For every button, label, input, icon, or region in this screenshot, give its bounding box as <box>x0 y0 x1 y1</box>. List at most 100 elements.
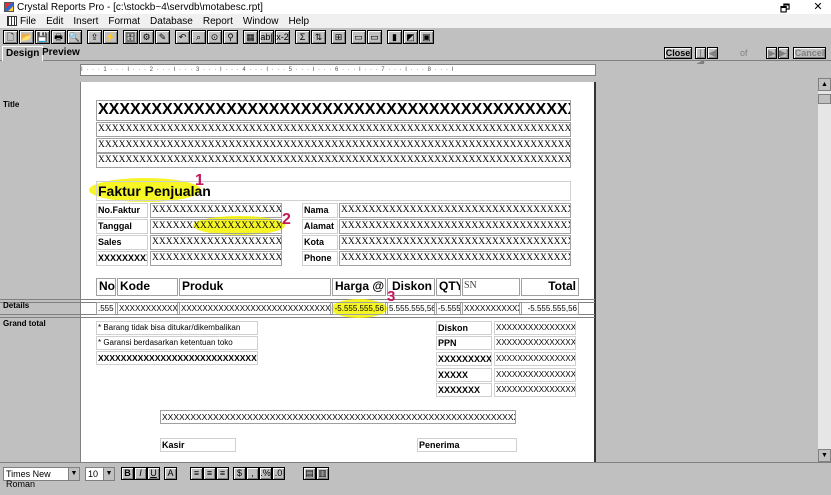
insert-formula-icon[interactable]: ⚙ <box>139 29 154 44</box>
value-nama[interactable]: XXXXXXXXXXXXXXXXXXXXXXXXXXXXXXXXXXXXXXXX… <box>339 203 571 218</box>
col-header-produk[interactable]: Produk <box>179 278 331 296</box>
menu-help[interactable]: Help <box>288 16 309 27</box>
detail-qty[interactable]: -5.555 <box>436 302 461 315</box>
value-phone[interactable]: XXXXXXXXXXXXXXXXXXXXXXXXXXXXXXXXXXXXXXXX… <box>339 251 571 266</box>
next-page-button[interactable]: ▶ <box>766 47 777 59</box>
close-button[interactable]: Close <box>664 47 692 59</box>
label-kota[interactable]: Kota <box>302 235 338 250</box>
note-return[interactable]: * Barang tidak bisa ditukar/dikembalikan <box>96 321 258 335</box>
menu-format[interactable]: Format <box>108 16 140 27</box>
align-left-icon[interactable]: ≡ <box>190 467 203 480</box>
company-phone-field[interactable]: XXXXXXXXXXXXXXXXXXXXXXXXXXXXXXXXXXXXXXXX… <box>96 153 571 168</box>
menu-edit[interactable]: Edit <box>46 16 63 27</box>
prev-page-button[interactable]: ◀ <box>707 47 718 59</box>
insert-text-icon[interactable]: ✎ <box>155 29 170 44</box>
label-kasir[interactable]: Kasir <box>160 438 236 452</box>
total-value-diskon[interactable]: XXXXXXXXXXXXXXXX <box>494 321 576 335</box>
company-address-field[interactable]: XXXXXXXXXXXXXXXXXXXXXXXXXXXXXXXXXXXXXXXX… <box>96 122 571 137</box>
open-icon[interactable]: 📂 <box>19 29 34 44</box>
section-grandtotal-label[interactable]: Grand total <box>3 319 46 328</box>
col-header-harga[interactable]: Harga @ <box>332 278 386 296</box>
bold-button[interactable]: B <box>121 467 134 480</box>
first-page-button[interactable]: |◀ <box>695 47 706 68</box>
label-alamat[interactable]: Alamat <box>302 219 338 234</box>
company-city-field[interactable]: XXXXXXXXXXXXXXXXXXXXXXXXXXXXXXXXXXXXXXXX… <box>96 138 571 153</box>
map-icon[interactable]: ◩ <box>403 29 418 44</box>
scroll-down-icon[interactable]: ▼ <box>818 449 831 462</box>
section-divider[interactable] <box>0 314 80 315</box>
find-icon[interactable]: ⌕ <box>191 29 206 44</box>
percent-icon[interactable]: .% <box>259 467 272 480</box>
italic-button[interactable]: I <box>134 467 147 480</box>
align-center-icon[interactable]: ≡ <box>203 467 216 480</box>
col-header-kode[interactable]: Kode <box>117 278 178 296</box>
abl-icon[interactable]: ab| <box>259 29 274 44</box>
section-details-label[interactable]: Details <box>3 301 29 310</box>
note-extra[interactable]: XXXXXXXXXXXXXXXXXXXXXXXXXXXXXX <box>96 351 258 365</box>
value-no-faktur[interactable]: XXXXXXXXXXXXXXXXXXXXXXXXXXXXXXXXX <box>150 203 282 218</box>
border-icon[interactable]: ▤ <box>303 467 316 480</box>
footer-field[interactable]: XXXXXXXXXXXXXXXXXXXXXXXXXXXXXXXXXXXXXXXX… <box>160 410 516 424</box>
total-label-x2[interactable]: XXXXX <box>436 368 492 382</box>
label-phone[interactable]: Phone <box>302 251 338 266</box>
group-icon[interactable]: ▭ <box>351 29 366 44</box>
insert-table-icon[interactable]: ▦ <box>243 29 258 44</box>
section-divider[interactable] <box>0 317 80 318</box>
col-header-sn[interactable]: SN <box>462 278 520 296</box>
total-value-x1[interactable]: XXXXXXXXXXXXXXXX <box>494 352 576 366</box>
chart-icon[interactable]: ▮ <box>387 29 402 44</box>
section-divider[interactable] <box>0 299 80 300</box>
total-value-ppn[interactable]: XXXXXXXXXXXXXXXX <box>494 336 576 350</box>
menu-window[interactable]: Window <box>243 16 279 27</box>
value-tanggal[interactable]: XXXXXXXXXXXXXXXXXXXXXXXXXXXXXXXXX <box>150 219 282 234</box>
total-label-ppn[interactable]: PPN <box>436 336 492 350</box>
menu-file[interactable]: File <box>20 16 36 27</box>
chevron-down-icon[interactable]: ▼ <box>68 468 79 480</box>
vertical-scrollbar[interactable]: ▲ ▼ <box>818 78 831 462</box>
summation-icon[interactable]: ⇅ <box>311 29 326 44</box>
detail-diskon[interactable]: 5.555.555,56 <box>387 302 435 315</box>
scroll-thumb[interactable] <box>818 94 831 104</box>
detail-produk[interactable]: XXXXXXXXXXXXXXXXXXXXXXXXXXXXXXXXXX <box>179 302 331 315</box>
value-sales[interactable]: XXXXXXXXXXXXXXXXXXXXXXXXXXXXXXXXX <box>150 235 282 250</box>
note-warranty[interactable]: * Garansi berdasarkan ketentuan toko <box>96 336 258 350</box>
menu-database[interactable]: Database <box>150 16 193 27</box>
font-color-icon[interactable]: A <box>164 467 177 480</box>
label-x[interactable]: XXXXXXXXX <box>96 251 148 266</box>
col-header-qty[interactable]: QTY <box>436 278 461 296</box>
binoculars-icon[interactable]: ⚲ <box>223 29 238 44</box>
scroll-up-icon[interactable]: ▲ <box>818 78 831 91</box>
insert-database-icon[interactable]: 🗄 <box>123 29 138 44</box>
print-icon[interactable]: 🖶 <box>51 29 66 44</box>
ole-icon[interactable]: ▣ <box>419 29 434 44</box>
document-icon[interactable] <box>7 16 17 26</box>
chevron-down-icon[interactable]: ▼ <box>103 468 114 480</box>
sort-icon[interactable]: ⊞ <box>331 29 346 44</box>
detail-no[interactable]: .555 <box>96 302 116 315</box>
label-sales[interactable]: Sales <box>96 235 148 250</box>
last-page-button[interactable]: ▶| <box>778 47 789 59</box>
invoice-title[interactable]: Faktur Penjualan <box>96 181 571 201</box>
report-canvas[interactable]: XXXXXXXXXXXXXXXXXXXXXXXXXXXXXXXXXXXXXXXX… <box>80 82 596 462</box>
col-header-no[interactable]: No <box>96 278 116 296</box>
company-name-field[interactable]: XXXXXXXXXXXXXXXXXXXXXXXXXXXXXXXXXXXXXXXX… <box>96 100 571 121</box>
lightning-icon[interactable]: ⚡ <box>103 29 118 44</box>
value-kota[interactable]: XXXXXXXXXXXXXXXXXXXXXXXXXXXXXXXXXXXXXXXX… <box>339 235 571 250</box>
label-penerima[interactable]: Penerima <box>417 438 517 452</box>
size-select[interactable]: 10 ▼ <box>85 467 115 481</box>
tab-preview[interactable]: Preview <box>39 46 83 61</box>
subreport-icon[interactable]: ▭ <box>367 29 382 44</box>
total-value-x3[interactable]: XXXXXXXXXXXXXXXX <box>494 383 576 397</box>
detail-total[interactable]: -5.555.555,56 <box>521 302 579 315</box>
formula-icon[interactable]: Σ <box>295 29 310 44</box>
undo-icon[interactable]: ↶ <box>175 29 190 44</box>
label-tanggal[interactable]: Tanggal <box>96 219 148 234</box>
export-icon[interactable]: ⇪ <box>87 29 102 44</box>
decimal-icon[interactable]: .0 <box>272 467 285 480</box>
total-label-x1[interactable]: XXXXXXXXXX <box>436 352 492 366</box>
currency-icon[interactable]: $ <box>233 467 246 480</box>
total-label-diskon[interactable]: Diskon <box>436 321 492 335</box>
underline-button[interactable]: U <box>147 467 160 480</box>
xyz-icon[interactable]: x-2 <box>275 29 290 44</box>
section-title-label[interactable]: Title <box>3 100 19 109</box>
